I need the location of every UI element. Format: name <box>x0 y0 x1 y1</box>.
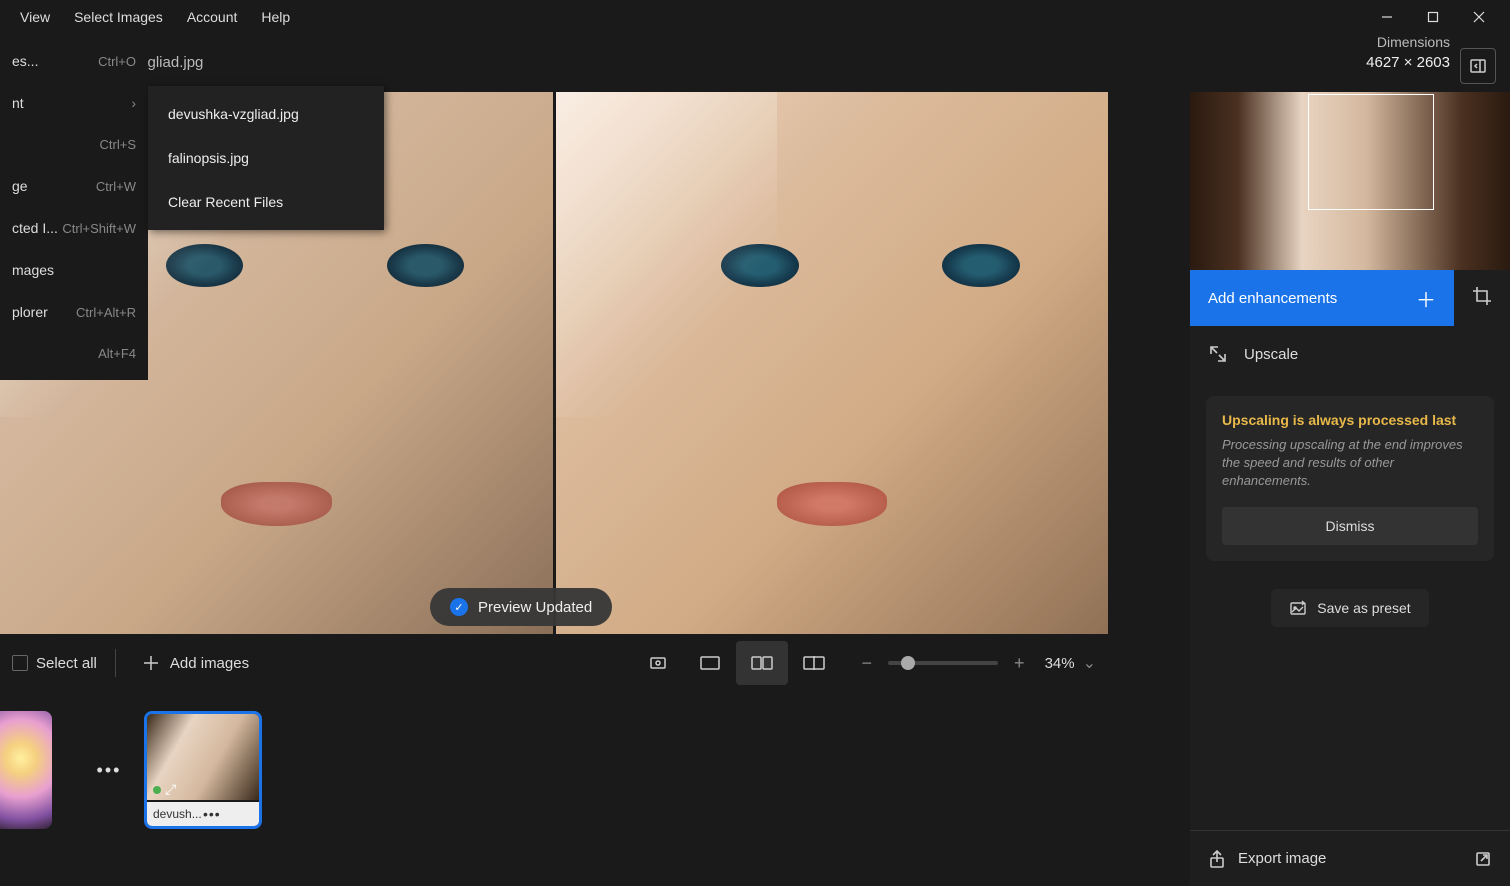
bottom-toolbar: Select all Add images − + 34% ⌄ <box>0 634 1108 692</box>
thumbnail-menu-button[interactable]: ••• <box>203 806 253 822</box>
upscale-label: Upscale <box>1244 346 1298 363</box>
thumbnail-filename: devush... <box>153 807 203 821</box>
export-label: Export image <box>1238 850 1462 867</box>
file-menu-dropdown: es...Ctrl+O nt› Ctrl+S geCtrl+W cted I..… <box>0 34 148 380</box>
right-panel: Add enhancements ＋ Upscale Upscaling is … <box>1190 92 1510 886</box>
upscaling-info-card: Upscaling is always processed last Proce… <box>1206 396 1494 561</box>
window-controls <box>1364 0 1502 34</box>
zoom-slider[interactable] <box>888 661 998 665</box>
select-all-label[interactable]: Select all <box>36 655 97 672</box>
check-icon: ✓ <box>450 598 468 616</box>
close-button[interactable] <box>1456 0 1502 34</box>
preview-updated-toast: ✓ Preview Updated <box>430 588 612 626</box>
thumbnail-more-button[interactable]: ••• <box>92 753 126 787</box>
thumbnail-0[interactable] <box>0 711 52 829</box>
expand-icon <box>1208 344 1228 364</box>
menu-account[interactable]: Account <box>175 3 250 31</box>
external-icon <box>1474 850 1492 868</box>
autofit-button[interactable] <box>632 641 684 685</box>
split-view-button[interactable] <box>788 641 840 685</box>
crop-button[interactable] <box>1471 285 1493 312</box>
titlebar: View Select Images Account Help <box>0 0 1510 34</box>
zoom-slider-thumb[interactable] <box>901 656 915 670</box>
menu-open-recent[interactable]: nt› <box>0 82 148 124</box>
chevron-right-icon: › <box>131 95 136 111</box>
toggle-right-panel-button[interactable] <box>1460 48 1496 84</box>
dimensions-value: 4627 × 2603 <box>1366 54 1450 71</box>
upscale-enhancement-row[interactable]: Upscale <box>1190 326 1510 382</box>
plus-icon: ＋ <box>1416 284 1436 313</box>
info-card-title: Upscaling is always processed last <box>1222 412 1478 428</box>
active-tab-filename[interactable]: zgliad.jpg <box>140 54 203 71</box>
recent-files-submenu: devushka-vzgliad.jpg falinopsis.jpg Clea… <box>148 86 384 230</box>
recent-file-0[interactable]: devushka-vzgliad.jpg <box>148 92 384 136</box>
info-card-body: Processing upscaling at the end improves… <box>1222 436 1478 491</box>
select-all-checkbox[interactable] <box>12 655 28 671</box>
menu-help[interactable]: Help <box>249 3 302 31</box>
export-image-button[interactable]: Export image <box>1190 830 1510 886</box>
single-view-button[interactable] <box>684 641 736 685</box>
add-images-button[interactable]: Add images <box>134 648 257 678</box>
dimensions-label: Dimensions <box>1366 34 1450 50</box>
menu-show-explorer[interactable]: plorerCtrl+Alt+R <box>0 291 148 333</box>
dimensions-block: Dimensions 4627 × 2603 <box>1366 34 1450 71</box>
thumbnail-1[interactable]: ⤢ devush... ••• <box>144 711 262 829</box>
save-as-preset-button[interactable]: Save as preset <box>1271 589 1428 627</box>
menu-close-all-images[interactable]: mages <box>0 249 148 291</box>
toast-message: Preview Updated <box>478 599 592 616</box>
thumbnail-caption: devush... ••• <box>147 802 259 826</box>
zoom-percentage[interactable]: 34% <box>1045 655 1075 672</box>
clear-recent-files[interactable]: Clear Recent Files <box>148 180 384 224</box>
menu-close-selected[interactable]: cted I...Ctrl+Shift+W <box>0 207 148 249</box>
export-icon <box>1208 850 1226 868</box>
menu-select-images[interactable]: Select Images <box>62 3 175 31</box>
menu-save[interactable]: Ctrl+S <box>0 124 148 165</box>
menu-view[interactable]: View <box>8 3 62 31</box>
minimize-button[interactable] <box>1364 0 1410 34</box>
navigator-viewport-box[interactable] <box>1308 94 1434 210</box>
divider <box>115 649 116 677</box>
menu-open-images[interactable]: es...Ctrl+O <box>0 40 148 82</box>
add-enhancements-label: Add enhancements <box>1208 290 1416 307</box>
dismiss-button[interactable]: Dismiss <box>1222 507 1478 545</box>
zoom-out-button[interactable]: − <box>856 653 879 674</box>
side-by-side-view-button[interactable] <box>736 641 788 685</box>
zoom-in-button[interactable]: + <box>1008 653 1031 674</box>
tab-bar: zgliad.jpg Dimensions 4627 × 2603 <box>0 34 1510 90</box>
canvas-after[interactable] <box>556 92 1109 634</box>
menu-bar: View Select Images Account Help <box>8 3 302 31</box>
thumbnail-strip: ••• ⤢ devush... ••• <box>0 700 1108 840</box>
upscale-icon: ⤢ <box>165 781 176 798</box>
maximize-button[interactable] <box>1410 0 1456 34</box>
menu-exit[interactable]: Alt+F4 <box>0 333 148 374</box>
add-images-label: Add images <box>170 655 249 672</box>
chevron-down-icon[interactable]: ⌄ <box>1083 653 1096 673</box>
thumbnail-status-badge: ⤢ <box>153 781 176 798</box>
navigator-preview[interactable] <box>1190 92 1510 270</box>
preset-icon <box>1289 599 1307 617</box>
save-preset-label: Save as preset <box>1317 600 1410 616</box>
recent-file-1[interactable]: falinopsis.jpg <box>148 136 384 180</box>
add-enhancements-button[interactable]: Add enhancements ＋ <box>1190 270 1454 326</box>
menu-close-image[interactable]: geCtrl+W <box>0 165 148 207</box>
